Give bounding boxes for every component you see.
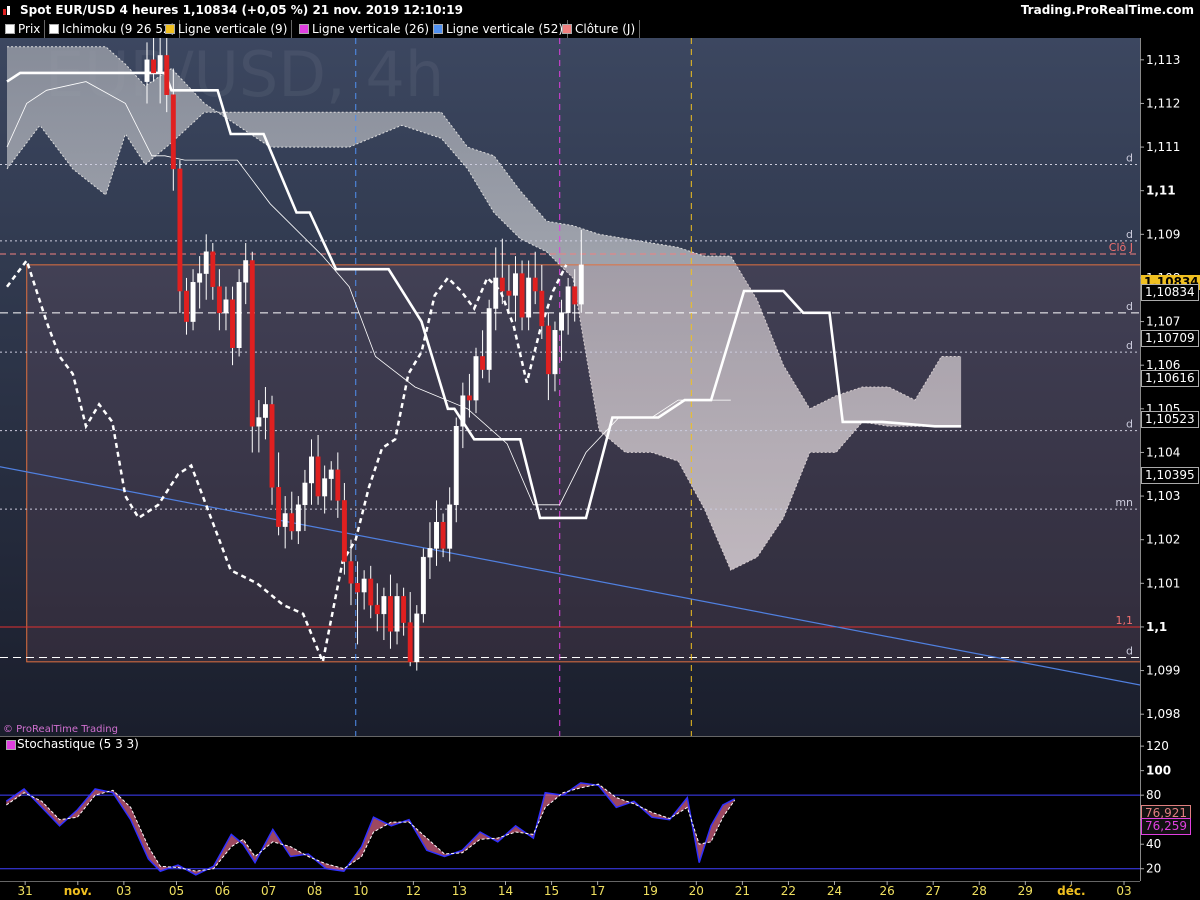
level-label: d (1126, 644, 1133, 657)
level-label: mn (1115, 496, 1133, 509)
candle[interactable] (177, 160, 183, 313)
stoch-tick-label: 20 (1146, 862, 1161, 876)
chart-title: Spot EUR/USD 4 heures 1,10834 (+0,05 %) … (20, 3, 463, 17)
y-tick-label: 1,098 (1146, 707, 1180, 721)
x-tick-label: 26 (879, 884, 894, 898)
stoch-value-tag: 76,259 (1141, 817, 1191, 835)
price-tag: 1,10523 (1141, 410, 1199, 428)
level-label: d (1126, 300, 1133, 313)
y-tick-label: 1,111 (1146, 140, 1180, 154)
y-tick-label: 1,103 (1146, 489, 1180, 503)
x-tick-label: 07 (261, 884, 276, 898)
x-tick-label: 12 (406, 884, 421, 898)
level-label: d (1126, 418, 1133, 431)
x-tick-label: 13 (452, 884, 467, 898)
x-tick-label: 27 (926, 884, 941, 898)
x-tick-label: 19 (643, 884, 658, 898)
level-label: d (1126, 339, 1133, 352)
title-bar: Spot EUR/USD 4 heures 1,10834 (+0,05 %) … (0, 0, 1200, 20)
level-label: d (1126, 152, 1133, 165)
x-tick-label: 08 (307, 884, 322, 898)
price-tag: 1,10834 (1141, 284, 1199, 302)
x-tick-label: 20 (689, 884, 704, 898)
candle[interactable] (420, 548, 426, 623)
y-tick-label: 1,112 (1146, 96, 1180, 110)
x-tick-label: 21 (735, 884, 750, 898)
candle[interactable] (414, 605, 420, 671)
x-tick-label: 03 (116, 884, 131, 898)
stoch-tick-label: 100 (1146, 764, 1171, 778)
y-tick-label: 1,11 (1146, 184, 1176, 198)
x-tick-label: 03 (1116, 884, 1131, 898)
x-tick-label: 06 (215, 884, 230, 898)
range-box[interactable] (26, 264, 1160, 663)
x-tick-label: 14 (498, 884, 513, 898)
stoch-background (0, 736, 1140, 881)
y-tick-label: 1,107 (1146, 315, 1180, 329)
level-label: 1,1 (1116, 614, 1134, 627)
y-tick-label: 1,1 (1146, 620, 1167, 634)
price-tag: 1,10395 (1141, 466, 1199, 484)
stoch-tick-label: 80 (1146, 788, 1161, 802)
price-chart[interactable]: EUR/USD, 4h ddClô Jdddmn1,1d 1,1131,1121… (0, 20, 1200, 900)
y-tick-label: 1,113 (1146, 53, 1180, 67)
stoch-tick-label: 40 (1146, 837, 1161, 851)
x-tick-label: 28 (972, 884, 987, 898)
y-tick-label: 1,102 (1146, 533, 1180, 547)
price-tag: 1,10709 (1141, 329, 1199, 347)
x-tick-label: nov. (64, 884, 92, 898)
x-tick-label: 05 (169, 884, 184, 898)
candle[interactable] (249, 251, 255, 453)
x-tick-label: 17 (590, 884, 605, 898)
level-label: d (1126, 228, 1133, 241)
y-tick-label: 1,104 (1146, 445, 1180, 459)
x-tick-label: 10 (353, 884, 368, 898)
stochastic-title: Stochastique (5 3 3) (17, 737, 139, 751)
x-tick-label: 31 (18, 884, 33, 898)
price-tag: 1,10616 (1141, 370, 1199, 388)
site-link[interactable]: Trading.ProRealTime.com (1021, 0, 1194, 20)
prt-logo-icon (3, 6, 10, 15)
stochastic-legend: Stochastique (5 3 3) (3, 737, 139, 751)
x-tick-label: déc. (1057, 884, 1085, 898)
x-tick-label: 24 (827, 884, 842, 898)
y-tick-label: 1,101 (1146, 576, 1180, 590)
candle[interactable] (236, 269, 242, 357)
x-tick-label: 15 (544, 884, 559, 898)
stoch-tick-label: 120 (1146, 739, 1169, 753)
x-tick-label: 22 (781, 884, 796, 898)
y-tick-label: 1,099 (1146, 664, 1180, 678)
y-tick-label: 1,109 (1146, 227, 1180, 241)
credit-text: © ProRealTime Trading (3, 724, 118, 735)
x-tick-label: 29 (1018, 884, 1033, 898)
stoch-swatch (6, 740, 16, 750)
level-label: Clô J (1109, 241, 1133, 254)
